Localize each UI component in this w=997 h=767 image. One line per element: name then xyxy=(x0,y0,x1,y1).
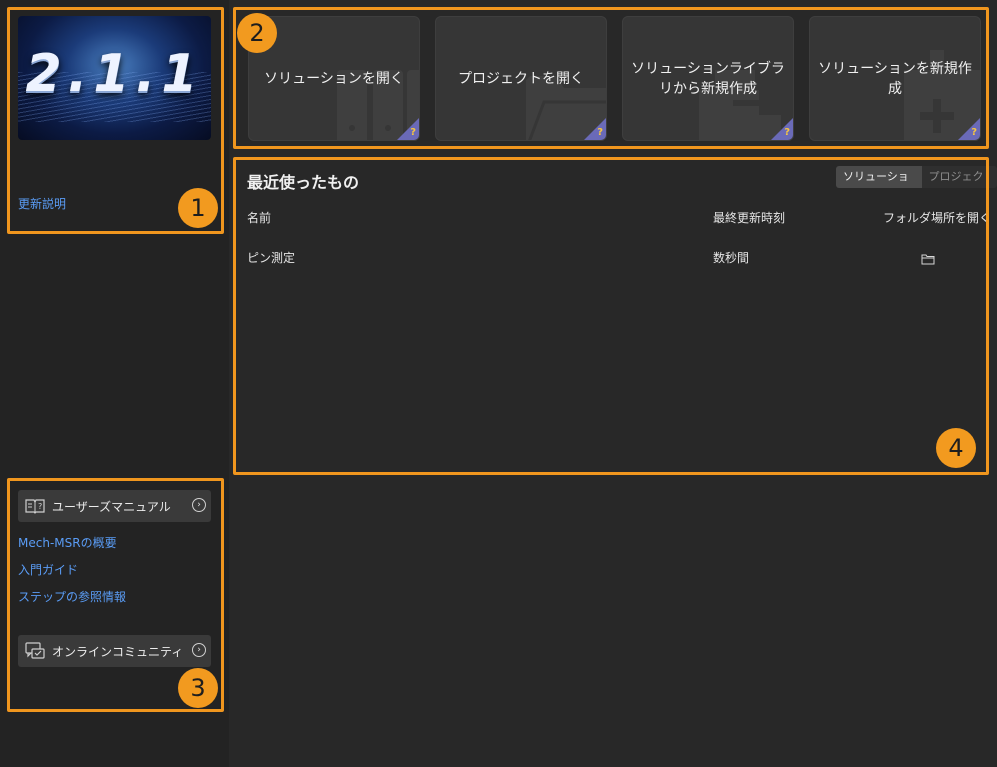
help-icon: ? xyxy=(410,127,416,138)
new-from-library-label: ソリューションライブラリから新規作成 xyxy=(631,60,785,97)
help-icon: ? xyxy=(971,127,977,138)
annotation-badge-3: 3 xyxy=(178,668,218,708)
new-solution-label: ソリューションを新規作成 xyxy=(818,60,972,97)
highlight-box-4 xyxy=(233,157,989,475)
open-project-label: プロジェクトを開く xyxy=(458,70,584,87)
help-icon: ? xyxy=(597,127,603,138)
new-from-library-card[interactable]: ソリューションライブラリから新規作成 ? xyxy=(622,16,794,141)
annotation-badge-1: 1 xyxy=(178,188,218,228)
new-solution-card[interactable]: ソリューションを新規作成 ? xyxy=(809,16,981,141)
annotation-badge-2: 2 xyxy=(237,13,277,53)
help-icon: ? xyxy=(784,127,790,138)
annotation-badge-4: 4 xyxy=(936,428,976,468)
open-project-card[interactable]: プロジェクトを開く ? xyxy=(435,16,607,141)
